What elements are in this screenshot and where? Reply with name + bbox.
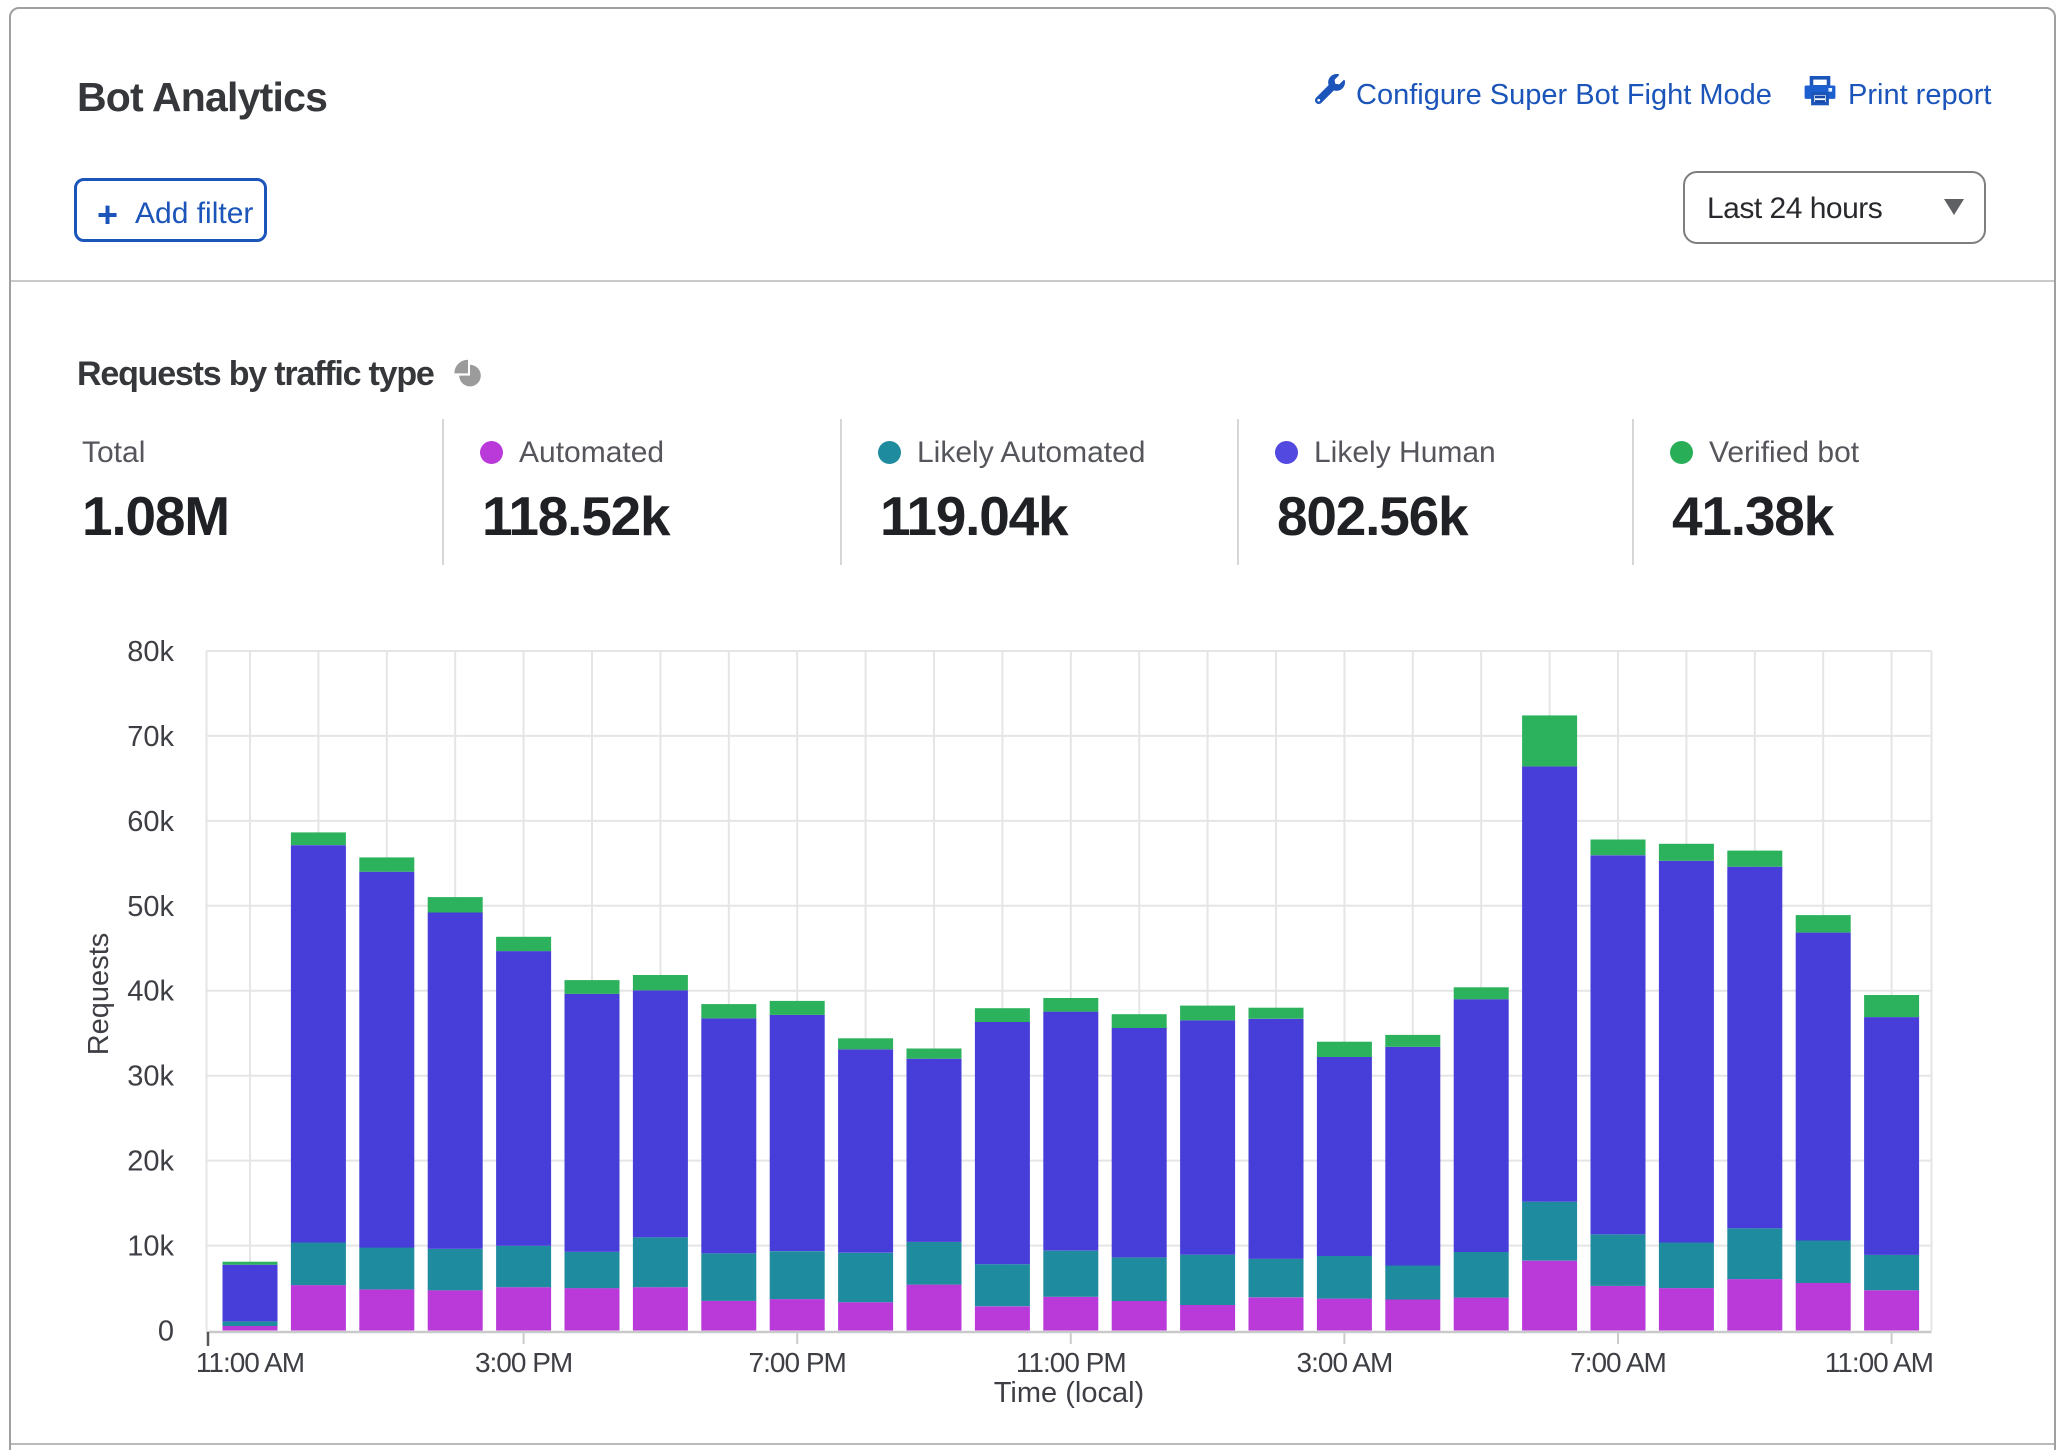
svg-text:11:00 PM: 11:00 PM <box>1016 1347 1126 1378</box>
svg-text:11:00 AM: 11:00 AM <box>1825 1347 1933 1378</box>
svg-text:80k: 80k <box>127 636 174 668</box>
svg-text:70k: 70k <box>127 721 174 753</box>
svg-text:50k: 50k <box>127 891 174 923</box>
svg-text:40k: 40k <box>127 976 174 1008</box>
svg-text:7:00 PM: 7:00 PM <box>749 1347 846 1378</box>
svg-text:60k: 60k <box>127 806 174 838</box>
svg-text:7:00 AM: 7:00 AM <box>1570 1347 1666 1378</box>
svg-text:10k: 10k <box>127 1231 174 1263</box>
svg-text:Requests: Requests <box>83 933 115 1056</box>
svg-text:3:00 PM: 3:00 PM <box>475 1347 572 1378</box>
svg-text:30k: 30k <box>127 1061 174 1093</box>
svg-text:3:00 AM: 3:00 AM <box>1297 1347 1393 1378</box>
svg-text:0: 0 <box>158 1316 174 1348</box>
svg-text:20k: 20k <box>127 1146 174 1178</box>
svg-text:11:00 AM: 11:00 AM <box>196 1347 304 1378</box>
svg-text:Time (local): Time (local) <box>994 1377 1144 1409</box>
